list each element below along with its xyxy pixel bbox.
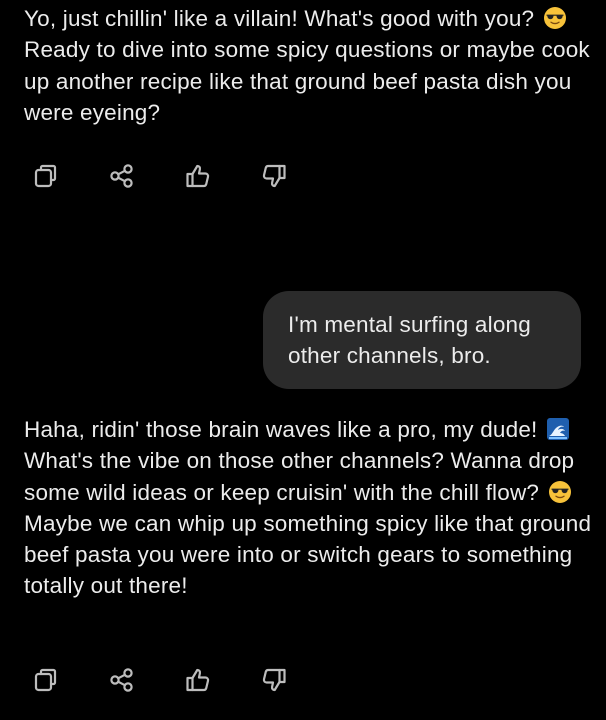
thumbs-down-icon xyxy=(262,164,286,188)
copy-icon xyxy=(34,164,57,188)
message-actions xyxy=(29,159,333,193)
message-text-segment: Yo, just chillin' like a villain! What's… xyxy=(24,6,541,31)
message-text-segment: Haha, ridin' those brain waves like a pr… xyxy=(24,417,544,442)
thumbs-down-button[interactable] xyxy=(257,663,291,697)
copy-button[interactable] xyxy=(29,159,63,193)
message-text-segment: Maybe we can whip up something spicy lik… xyxy=(24,510,592,599)
assistant-message: Yo, just chillin' like a villain! What's… xyxy=(24,3,594,128)
thumbs-up-button[interactable] xyxy=(181,159,215,193)
assistant-message: Haha, ridin' those brain waves like a pr… xyxy=(24,414,594,602)
copy-button[interactable] xyxy=(29,663,63,697)
thumbs-up-button[interactable] xyxy=(181,663,215,697)
thumbs-down-button[interactable] xyxy=(257,159,291,193)
smiling-face-with-sunglasses-icon xyxy=(543,6,567,30)
copy-icon xyxy=(34,668,57,692)
share-icon xyxy=(110,668,133,692)
assistant-message-text: Yo, just chillin' like a villain! What's… xyxy=(24,3,594,128)
smiling-face-with-sunglasses-icon xyxy=(548,480,572,504)
assistant-message-text: Haha, ridin' those brain waves like a pr… xyxy=(24,414,594,602)
user-message-bubble: I'm mental surfing along other channels,… xyxy=(263,291,581,389)
thumbs-down-icon xyxy=(262,668,286,692)
water-wave-icon xyxy=(546,417,570,441)
thumbs-up-icon xyxy=(186,164,210,188)
message-text-segment: Ready to dive into some spicy questions … xyxy=(24,37,590,125)
share-icon xyxy=(110,164,133,188)
message-text-segment: What's the vibe on those other channels?… xyxy=(24,448,575,505)
user-message-text: I'm mental surfing along other channels,… xyxy=(288,312,531,369)
share-button[interactable] xyxy=(105,663,139,697)
message-actions xyxy=(29,663,333,697)
thumbs-up-icon xyxy=(186,668,210,692)
share-button[interactable] xyxy=(105,159,139,193)
